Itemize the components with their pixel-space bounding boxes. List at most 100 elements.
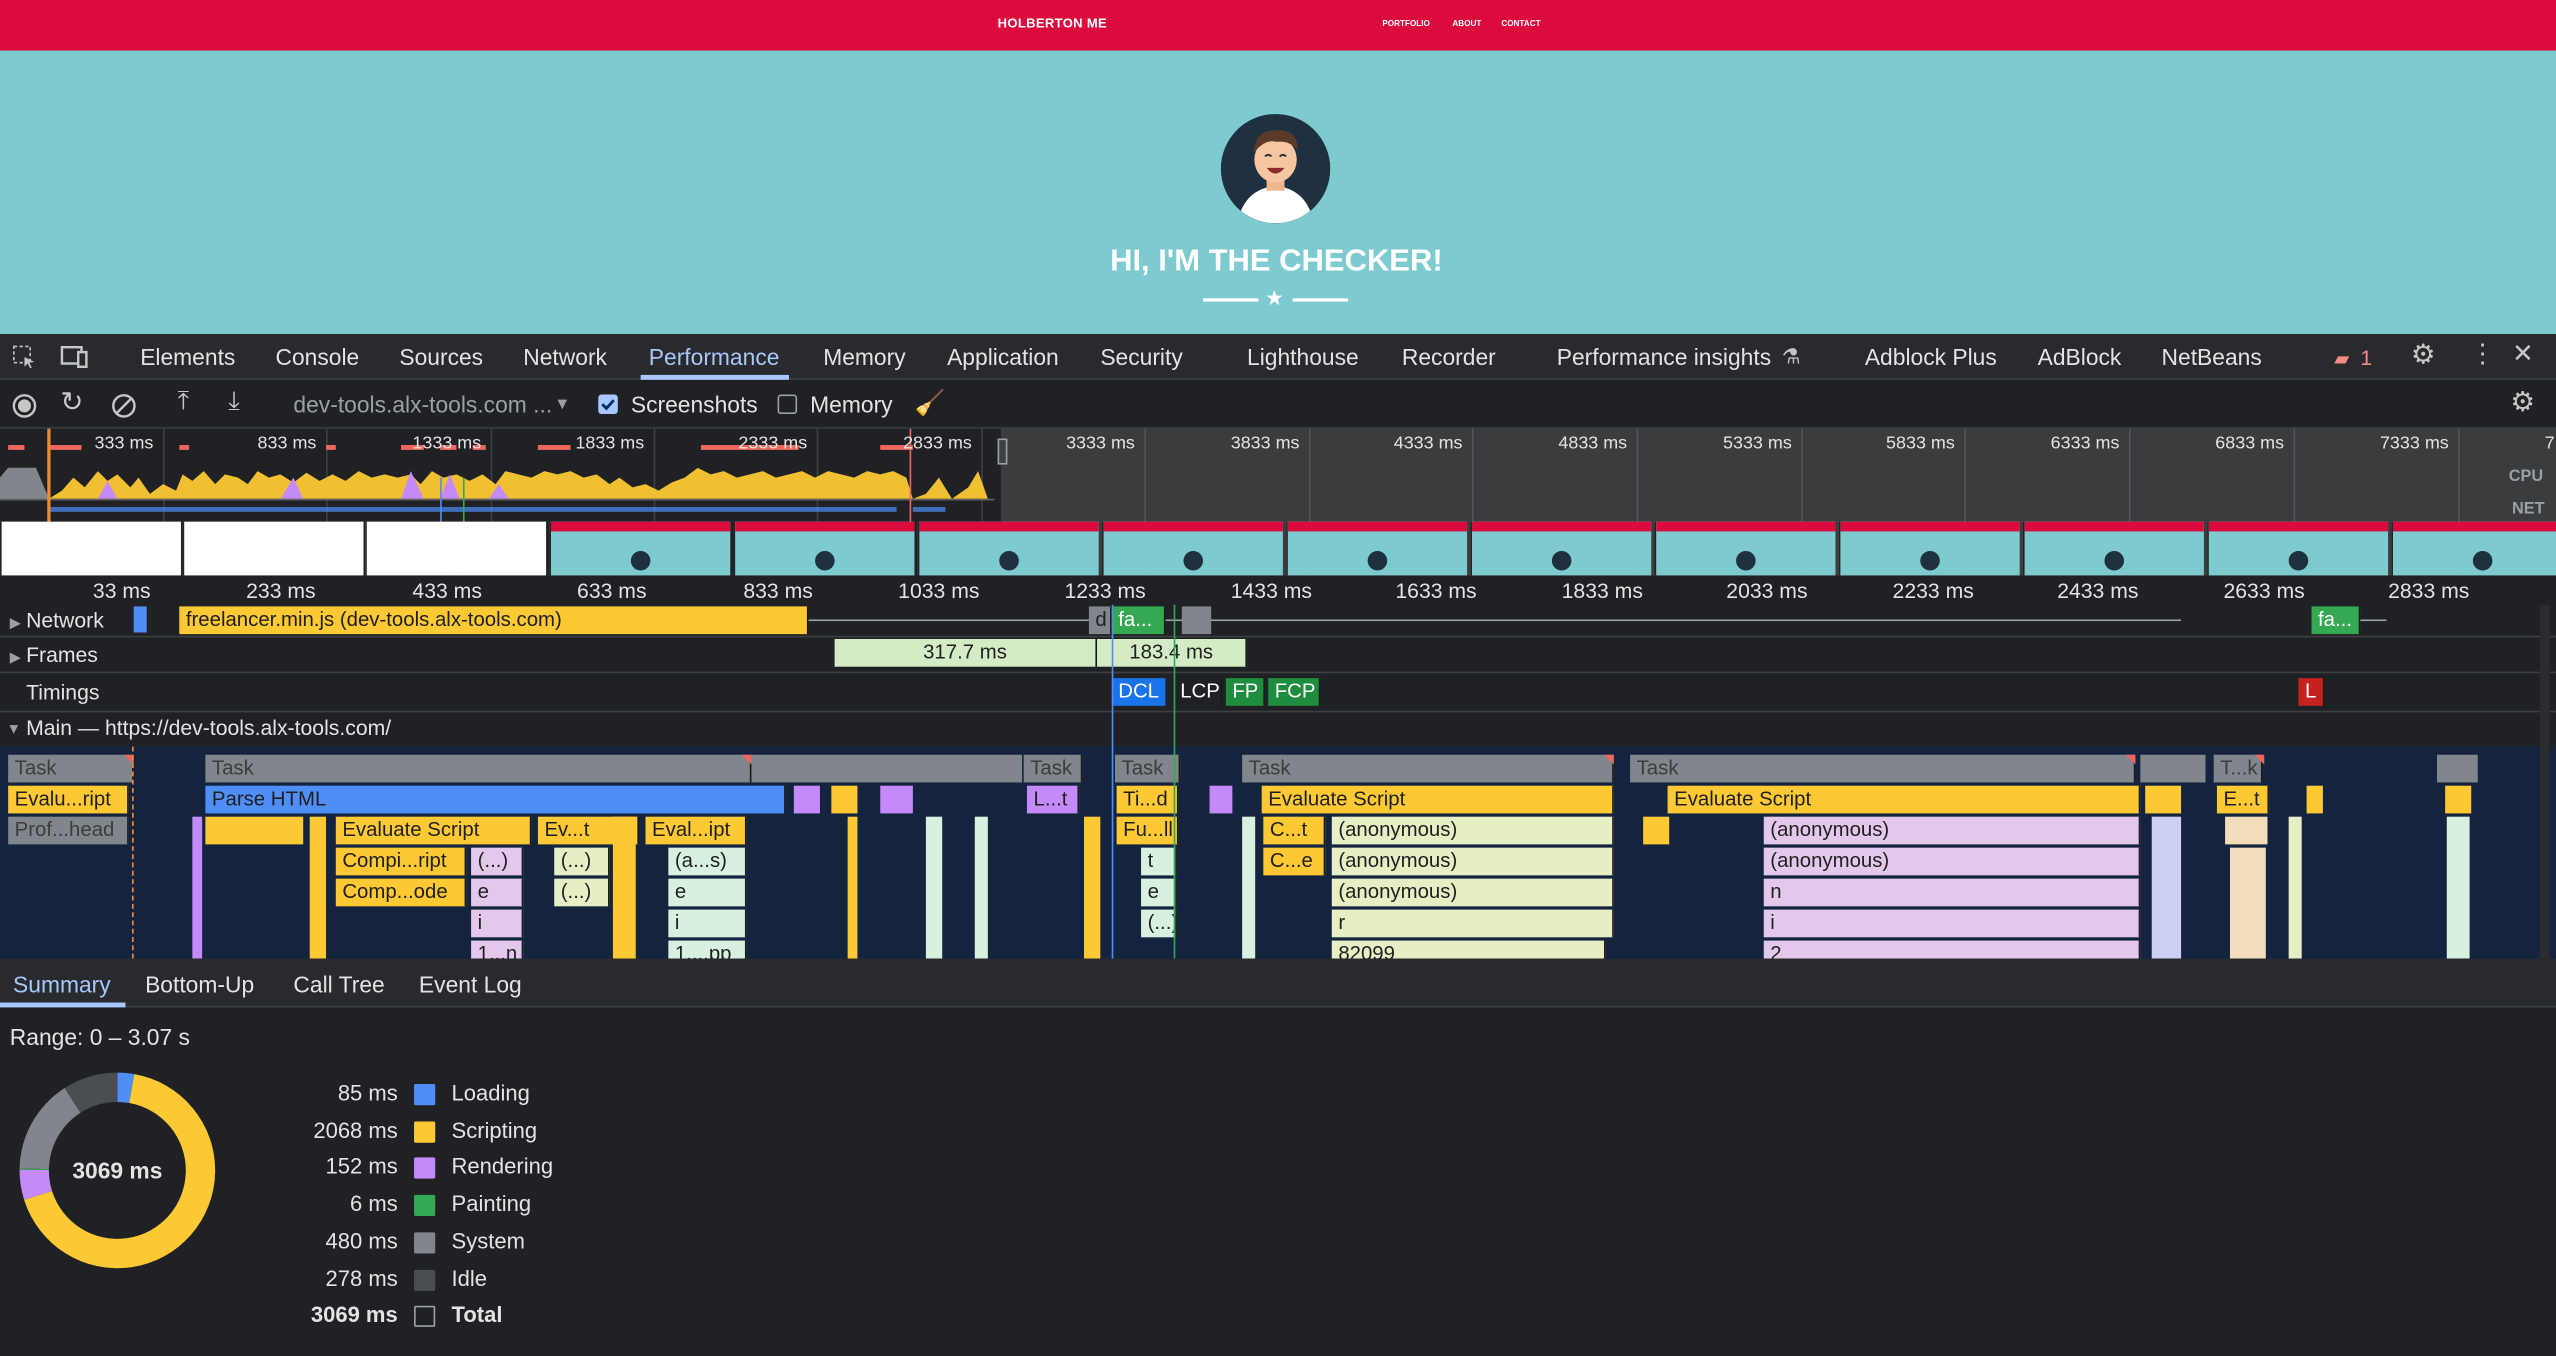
tab-lighthouse[interactable]: Lighthouse (1247, 344, 1359, 370)
more-options-icon[interactable]: ⋮ (2470, 342, 2496, 368)
fcp-marker[interactable]: FCP (1268, 678, 1321, 706)
task-block[interactable] (2437, 754, 2478, 783)
function-block[interactable]: i (1763, 909, 2141, 938)
screenshot-thumbnail[interactable] (365, 521, 547, 576)
screenshot-thumbnail[interactable] (1286, 521, 1468, 576)
anonymous-function-block[interactable]: (anonymous) (1763, 816, 2141, 845)
tab-call-tree[interactable]: Call Tree (293, 972, 384, 998)
lcp-marker[interactable]: LCP (1174, 678, 1223, 706)
tab-console[interactable]: Console (275, 344, 359, 370)
main-thread-label[interactable]: Main — https://dev-tools.alx-tools.com/ (26, 716, 391, 740)
screenshot-thumbnail[interactable] (1470, 521, 1652, 576)
timeline-overview[interactable]: 333 ms 833 ms 1333 ms 1833 ms 2333 ms 28… (0, 428, 2556, 576)
tab-event-log[interactable]: Event Log (419, 972, 522, 998)
network-track-label[interactable]: Network (26, 608, 104, 632)
download-icon[interactable]: ⤓ (228, 389, 240, 416)
compile-script-block[interactable]: Compi...ript (335, 847, 467, 876)
scripting-block[interactable] (2306, 785, 2323, 814)
network-request[interactable] (133, 606, 147, 633)
upload-icon[interactable]: ⤒ (178, 389, 190, 416)
nav-link-contact[interactable]: CONTACT (1501, 20, 1540, 30)
tab-adblock[interactable]: AdBlock (2038, 344, 2122, 370)
screenshot-thumbnail[interactable] (2207, 521, 2389, 576)
anonymous-function-block[interactable]: (...) (471, 847, 524, 876)
close-icon[interactable]: ✕ (2512, 342, 2534, 368)
tab-sources[interactable]: Sources (399, 344, 483, 370)
tab-netbeans[interactable]: NetBeans (2162, 344, 2262, 370)
tab-application[interactable]: Application (947, 344, 1059, 370)
nav-link-portfolio[interactable]: PORTFOLIO (1382, 20, 1430, 30)
tab-network[interactable]: Network (523, 344, 607, 370)
fp-marker[interactable]: FP (1225, 678, 1265, 706)
task-block[interactable] (2140, 754, 2206, 783)
capture-settings-gear-icon[interactable]: ⚙ (2510, 388, 2535, 416)
network-request[interactable]: fa... (2311, 606, 2361, 635)
screenshot-thumbnail[interactable] (1654, 521, 1836, 576)
compile-block[interactable]: C...t (1263, 816, 1326, 845)
network-request[interactable]: d (1088, 606, 1112, 635)
task-block[interactable]: Task (1114, 754, 1181, 783)
function-call-block[interactable]: Fu...ll (1116, 816, 1179, 845)
screenshot-thumbnail[interactable] (2391, 521, 2556, 576)
scripting-block[interactable] (205, 816, 304, 845)
tab-bottom-up[interactable]: Bottom-Up (145, 972, 254, 998)
tab-adblock-plus[interactable]: Adblock Plus (1865, 344, 1997, 370)
function-block[interactable]: (a...s) (668, 847, 747, 876)
task-block[interactable]: Task (8, 754, 134, 783)
dcl-marker[interactable]: DCL (1111, 678, 1168, 706)
function-block[interactable]: i (668, 909, 747, 938)
expand-arrow-icon[interactable]: ▶ (10, 615, 21, 633)
record-icon[interactable] (11, 393, 37, 426)
function-block[interactable]: n (1763, 878, 2141, 907)
anonymous-function-block[interactable]: (...) (554, 878, 610, 907)
anonymous-function-block[interactable]: (...) (554, 847, 610, 876)
evaluate-script-block[interactable]: Evalu...ript (8, 785, 129, 814)
task-block[interactable] (751, 754, 1023, 783)
task-block[interactable]: Task (1630, 754, 2136, 783)
clear-icon[interactable] (111, 393, 137, 426)
range-handle[interactable] (997, 438, 1008, 465)
anonymous-function-block[interactable]: (anonymous) (1763, 847, 2141, 876)
function-block[interactable]: (...) (1141, 909, 1177, 938)
function-block[interactable]: e (668, 878, 747, 907)
flame-chart[interactable]: Task Task Task Task Task Task T...k Eval… (0, 746, 2556, 969)
tab-performance-insights[interactable]: Performance insights (1557, 344, 1771, 370)
rendering-block[interactable] (1209, 785, 1233, 814)
chevron-down-icon[interactable]: ▼ (554, 393, 570, 419)
frames-track-label[interactable]: Frames (26, 642, 98, 666)
screenshot-thumbnail[interactable] (0, 521, 181, 576)
compile-code-block[interactable]: Comp...ode (335, 878, 467, 907)
issues-count[interactable]: 1 (2360, 346, 2372, 370)
function-block[interactable]: r (1331, 909, 1614, 938)
network-request[interactable] (1181, 606, 1212, 635)
screenshot-thumbnail[interactable] (733, 521, 915, 576)
anonymous-function-block[interactable]: (anonymous) (1331, 847, 1614, 876)
parse-html-block[interactable]: Parse HTML (205, 785, 786, 814)
site-brand[interactable]: HOLBERTON ME (998, 16, 1107, 31)
evaluate-script-block[interactable]: E...t (2216, 785, 2270, 814)
rendering-block[interactable] (793, 785, 820, 814)
evaluate-script-block[interactable]: Evaluate Script (1667, 785, 2141, 814)
function-block[interactable]: i (471, 909, 524, 938)
task-block[interactable]: Task (1023, 754, 1083, 783)
nav-link-about[interactable]: ABOUT (1452, 20, 1481, 30)
layout-block[interactable]: L...t (1026, 785, 1080, 814)
timings-track-label[interactable]: Timings (26, 680, 99, 704)
expand-arrow-icon[interactable]: ▶ (10, 649, 21, 667)
compile-block[interactable]: C...e (1263, 847, 1326, 876)
tab-security[interactable]: Security (1100, 344, 1182, 370)
scripting-block[interactable] (2145, 785, 2182, 814)
rendering-block[interactable] (880, 785, 913, 814)
screenshots-checkbox[interactable] (598, 394, 618, 415)
reload-record-icon[interactable]: ↻ (60, 388, 83, 416)
collapse-arrow-icon[interactable]: ▼ (7, 721, 22, 737)
screenshot-thumbnail[interactable] (2022, 521, 2204, 576)
issues-icon[interactable]: ▰ (2334, 346, 2349, 372)
tab-performance[interactable]: Performance (649, 344, 780, 370)
profiling-block[interactable]: Prof...head (8, 816, 129, 845)
scripting-block[interactable] (2445, 785, 2472, 814)
evaluate-script-block[interactable]: Eval...ipt (645, 816, 747, 845)
recording-selector[interactable]: dev-tools.alx-tools.com ... (293, 391, 552, 417)
task-block[interactable]: Task (1242, 754, 1614, 783)
anonymous-function-block[interactable]: (anonymous) (1331, 816, 1614, 845)
